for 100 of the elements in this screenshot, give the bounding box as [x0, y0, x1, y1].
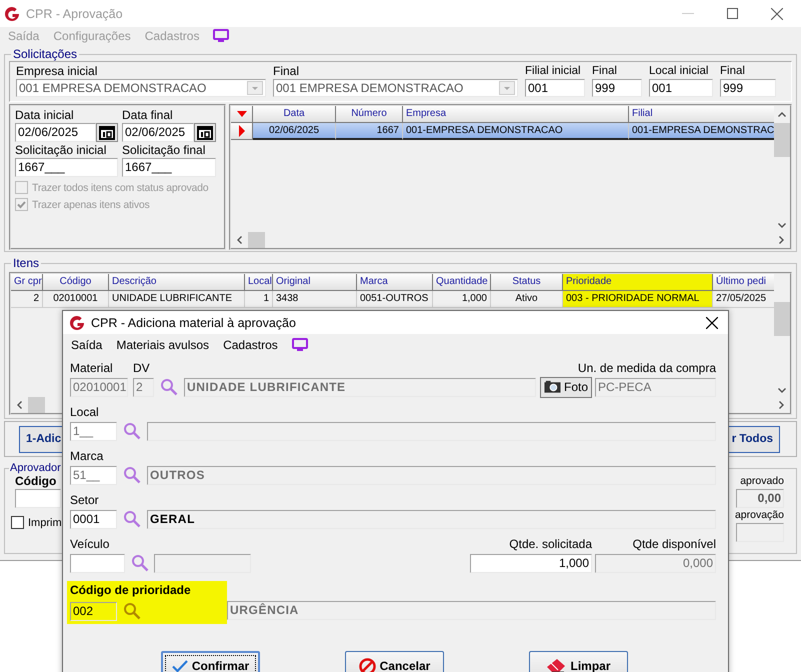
- checkmark-icon: [172, 660, 188, 672]
- field-label: Local: [70, 405, 99, 420]
- chevron-right-icon[interactable]: [779, 401, 784, 409]
- field-label: Empresa inicial: [16, 64, 98, 79]
- dialog-title: CPR - Adiciona material à aprovação: [91, 316, 296, 330]
- field-label: Local inicial: [649, 64, 710, 79]
- current-row-icon: [238, 125, 244, 137]
- column-header[interactable]: Quantidade: [433, 274, 491, 291]
- input-field[interactable]: 1667___: [122, 158, 216, 177]
- column-header[interactable]: Data: [253, 106, 336, 123]
- monitor-icon[interactable]: [213, 28, 230, 42]
- field-label: Final: [273, 64, 300, 79]
- column-header[interactable]: Status: [491, 274, 563, 291]
- search-icon[interactable]: [123, 466, 141, 484]
- camera-icon: [544, 380, 561, 394]
- input-field[interactable]: 2: [133, 378, 154, 396]
- calendar-button[interactable]: [194, 123, 216, 142]
- menu-item[interactable]: Saída: [71, 338, 102, 352]
- column-header[interactable]: Número: [336, 106, 403, 123]
- field-label: Qtde disponível: [632, 537, 716, 552]
- search-icon[interactable]: [123, 422, 141, 440]
- input-field[interactable]: [15, 489, 61, 508]
- input-field[interactable]: 001: [525, 79, 585, 97]
- table-cell: UNIDADE LUBRIFICANTE: [109, 291, 245, 308]
- close-icon[interactable]: [771, 8, 783, 20]
- code-field[interactable]: 0001: [70, 510, 117, 528]
- column-header[interactable]: Local: [245, 274, 273, 291]
- column-header[interactable]: Original: [273, 274, 357, 291]
- input-field[interactable]: 02010001: [70, 378, 128, 396]
- input-field: PC-PECA: [595, 378, 716, 396]
- maximize-icon[interactable]: [727, 8, 738, 19]
- table-cell: 02010001: [43, 291, 109, 308]
- chevron-left-icon[interactable]: [237, 236, 242, 244]
- row-indicator[interactable]: [231, 123, 253, 140]
- photo-button[interactable]: Foto: [540, 376, 592, 398]
- combo-box[interactable]: 001 EMPRESA DEMONSTRACAO: [16, 79, 266, 97]
- column-header[interactable]: Marca: [357, 274, 433, 291]
- chevron-right-icon[interactable]: [779, 236, 784, 244]
- quantity-field[interactable]: 1,000: [470, 554, 592, 572]
- close-icon[interactable]: [706, 316, 718, 328]
- monitor-icon[interactable]: [292, 338, 308, 352]
- table-cell: 001-EMPRESA DEMONSTRACAO: [403, 123, 629, 140]
- scroll-thumb[interactable]: [248, 232, 265, 248]
- input-field[interactable]: 1667___: [15, 158, 118, 177]
- group-title: Aprovador: [9, 462, 62, 474]
- checkbox-label: Trazer todos itens com status aprovado: [32, 182, 208, 194]
- checkbox[interactable]: [11, 516, 24, 529]
- field-label: Final: [592, 64, 618, 79]
- column-header[interactable]: Prioridade: [563, 274, 713, 291]
- menu-item[interactable]: Materiais avulsos: [116, 338, 210, 352]
- search-icon[interactable]: [123, 510, 141, 528]
- chevron-down-icon[interactable]: [778, 223, 786, 228]
- search-icon[interactable]: [131, 554, 149, 572]
- field-label: Solicitação final: [122, 143, 206, 158]
- table-cell: 2: [11, 291, 43, 308]
- chevron-up-icon[interactable]: [778, 112, 786, 117]
- window-title: CPR - Aprovação: [26, 6, 123, 20]
- date-field[interactable]: 02/06/2025: [15, 123, 96, 142]
- code-field[interactable]: [70, 554, 125, 572]
- field-label: Final: [720, 64, 746, 79]
- chevron-left-icon[interactable]: [17, 401, 22, 409]
- field-label: Código: [15, 474, 58, 489]
- column-header[interactable]: Filial: [629, 106, 774, 123]
- scroll-thumb[interactable]: [774, 302, 790, 336]
- calendar-button[interactable]: [96, 123, 118, 142]
- logo-icon: [4, 6, 20, 22]
- column-header[interactable]: Gr cpr: [11, 274, 43, 291]
- table-cell: 003 - PRIORIDADE NORMAL: [563, 291, 713, 308]
- search-icon[interactable]: [160, 378, 178, 396]
- field-label: aprovado: [740, 474, 784, 489]
- column-header[interactable]: Código: [43, 274, 109, 291]
- scroll-thumb[interactable]: [28, 397, 45, 413]
- scroll-thumb[interactable]: [774, 123, 790, 157]
- logo-icon: [69, 314, 85, 330]
- quantity-field: 0,000: [595, 554, 716, 572]
- sort-down-icon: [236, 111, 246, 117]
- field-label: DV: [133, 361, 150, 376]
- group-title: Solicitações: [12, 47, 78, 61]
- minimize-icon[interactable]: [682, 12, 694, 14]
- column-header[interactable]: Último pedi: [713, 274, 774, 291]
- row-indicator-header[interactable]: [231, 106, 253, 123]
- column-header[interactable]: Empresa: [403, 106, 629, 123]
- description-field: URGÊNCIA: [227, 600, 716, 620]
- cancel-button[interactable]: Cancelar: [345, 651, 444, 672]
- input-field[interactable]: 999: [592, 79, 642, 97]
- code-field[interactable]: 002: [70, 602, 117, 620]
- chevron-down-icon[interactable]: [778, 388, 786, 393]
- confirm-button[interactable]: Confirmar: [161, 651, 260, 672]
- column-header[interactable]: Descrição: [109, 274, 245, 291]
- input-field[interactable]: 001: [649, 79, 713, 97]
- search-icon[interactable]: [123, 602, 141, 620]
- checkbox-label: Imprim: [28, 516, 62, 528]
- input-field[interactable]: 999: [720, 79, 776, 97]
- menu-item[interactable]: Cadastros: [223, 338, 278, 352]
- table-cell: Ativo: [491, 291, 563, 308]
- date-field[interactable]: 02/06/2025: [122, 123, 194, 142]
- field-label: Material: [70, 361, 114, 376]
- field-label: Código de prioridade: [67, 581, 227, 599]
- combo-box[interactable]: 001 EMPRESA DEMONSTRACAO: [273, 79, 518, 97]
- description-field: UNIDADE LUBRIFICANTE: [184, 378, 536, 396]
